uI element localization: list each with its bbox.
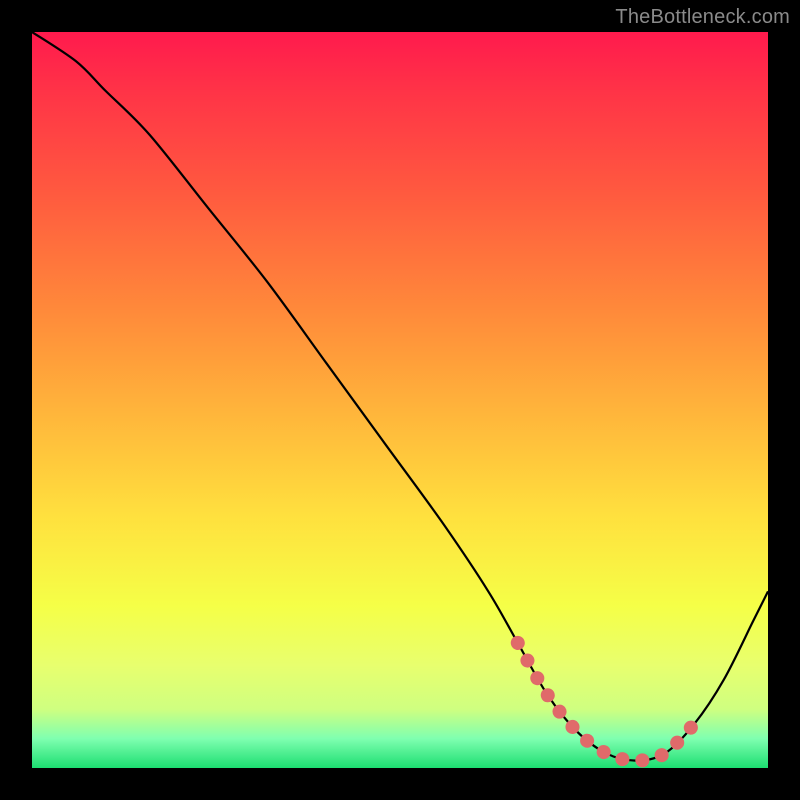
bottleneck-curve bbox=[32, 32, 768, 761]
chart-frame: TheBottleneck.com bbox=[0, 0, 800, 800]
optimal-range-highlight bbox=[518, 643, 695, 761]
watermark-text: TheBottleneck.com bbox=[615, 6, 790, 29]
chart-svg bbox=[32, 32, 768, 768]
plot-area bbox=[32, 32, 768, 768]
